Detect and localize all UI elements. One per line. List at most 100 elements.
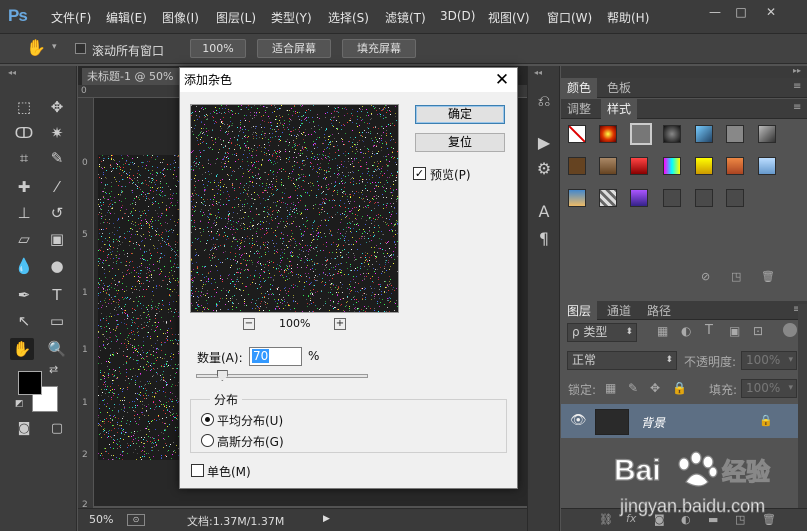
layer-filter-select[interactable]: ρ 类型 ⬍: [567, 323, 637, 342]
lock-image-icon[interactable]: ✎: [628, 381, 638, 395]
blur-tool-icon[interactable]: 💧: [12, 255, 36, 277]
style-swatch[interactable]: [726, 189, 744, 207]
character-panel-icon[interactable]: A: [532, 201, 556, 223]
paragraph-panel-icon[interactable]: ¶: [532, 228, 556, 250]
menu-filter[interactable]: 滤镜(T): [385, 9, 426, 26]
filter-type-icon[interactable]: T: [705, 323, 713, 338]
menu-type[interactable]: 类型(Y): [271, 9, 312, 26]
maximize-button[interactable]: □: [730, 3, 752, 21]
path-selection-tool-icon[interactable]: ↖: [12, 310, 36, 332]
menu-file[interactable]: 文件(F): [51, 9, 91, 26]
style-swatch[interactable]: [758, 157, 776, 175]
style-swatch-selected[interactable]: [630, 123, 652, 145]
zoom-in-button[interactable]: +: [334, 318, 346, 330]
hand-tool-icon[interactable]: ✋: [10, 338, 34, 360]
uniform-radio[interactable]: [201, 413, 214, 426]
crop-tool-icon[interactable]: ⌗: [12, 147, 36, 169]
document-tab[interactable]: 未标题-1 @ 50%: [82, 68, 192, 85]
tab-swatches[interactable]: 色板: [601, 78, 637, 98]
marquee-tool-icon[interactable]: ⬚: [12, 96, 36, 118]
style-swatch[interactable]: [630, 157, 648, 175]
tab-channels[interactable]: 通道: [601, 301, 637, 321]
gaussian-radio[interactable]: [201, 434, 214, 447]
foreground-color-swatch[interactable]: [18, 371, 42, 395]
status-menu-arrow-icon[interactable]: ▶: [323, 514, 330, 524]
style-swatch[interactable]: [663, 125, 681, 143]
layers-scrollbar[interactable]: [798, 304, 807, 531]
style-swatch[interactable]: [695, 157, 713, 175]
delete-style-icon[interactable]: 🗑: [761, 270, 775, 283]
new-style-icon[interactable]: ◳: [731, 270, 741, 283]
opacity-field[interactable]: 100% ▾: [741, 351, 797, 370]
menu-window[interactable]: 窗口(W): [547, 9, 592, 26]
preview-checkbox[interactable]: ✓: [413, 167, 426, 180]
style-swatch[interactable]: [758, 125, 776, 143]
eyedropper-tool-icon[interactable]: ✎: [45, 147, 69, 169]
swap-colors-icon[interactable]: ⇄: [49, 363, 58, 376]
style-swatch[interactable]: [726, 157, 744, 175]
fill-field[interactable]: 100% ▾: [741, 379, 797, 398]
tab-color[interactable]: 颜色: [561, 78, 598, 98]
collapse-toolbox-icon[interactable]: ◂◂: [8, 68, 16, 77]
history-brush-tool-icon[interactable]: ↺: [45, 202, 69, 224]
style-swatch[interactable]: [695, 189, 713, 207]
amount-input[interactable]: 70: [249, 347, 302, 366]
panel-menu-icon[interactable]: ≡: [793, 102, 801, 113]
fill-screen-button[interactable]: 填充屏幕: [342, 39, 416, 58]
filter-adjust-icon[interactable]: ◐: [681, 324, 691, 338]
filter-toggle-icon[interactable]: [783, 323, 797, 337]
menu-edit[interactable]: 编辑(E): [106, 9, 147, 26]
clone-stamp-tool-icon[interactable]: ⊥: [12, 202, 36, 224]
menu-view[interactable]: 视图(V): [488, 9, 530, 26]
tab-paths[interactable]: 路径: [641, 301, 677, 321]
noise-preview[interactable]: [190, 104, 399, 313]
lasso-tool-icon[interactable]: ↀ: [12, 122, 36, 144]
menu-select[interactable]: 选择(S): [328, 9, 369, 26]
magic-wand-tool-icon[interactable]: ✷: [45, 122, 69, 144]
close-window-button[interactable]: ✕: [760, 3, 782, 21]
lock-transparent-icon[interactable]: ▦: [605, 381, 616, 395]
healing-brush-tool-icon[interactable]: ✚: [12, 176, 36, 198]
visibility-eye-icon[interactable]: 👁: [570, 413, 587, 428]
fit-screen-button[interactable]: 适合屏幕: [257, 39, 331, 58]
lock-all-icon[interactable]: 🔒: [672, 381, 687, 395]
dodge-tool-icon[interactable]: ●: [45, 255, 69, 277]
style-swatch[interactable]: [695, 125, 713, 143]
style-swatch[interactable]: [568, 157, 586, 175]
zoom-out-button[interactable]: −: [243, 318, 255, 330]
collapse-dock-icon[interactable]: ▸▸: [793, 66, 801, 75]
zoom-100-button[interactable]: 100%: [190, 39, 246, 58]
monochromatic-checkbox[interactable]: [191, 464, 204, 477]
reset-button[interactable]: 复位: [415, 133, 505, 152]
default-colors-icon[interactable]: ◩: [15, 399, 24, 409]
filter-shape-icon[interactable]: ▣: [729, 324, 740, 338]
panel-menu-icon[interactable]: ≡: [793, 81, 801, 92]
eraser-tool-icon[interactable]: ▱: [12, 228, 36, 250]
menu-layer[interactable]: 图层(L): [216, 9, 256, 26]
layer-name[interactable]: 背景: [641, 414, 665, 431]
rectangle-tool-icon[interactable]: ▭: [45, 310, 69, 332]
minimize-button[interactable]: —: [704, 3, 726, 21]
status-icon[interactable]: ⊙: [127, 514, 145, 526]
type-tool-icon[interactable]: T: [45, 284, 69, 306]
pen-tool-icon[interactable]: ✒: [12, 284, 36, 306]
move-tool-icon[interactable]: ✥: [45, 96, 69, 118]
dialog-close-icon[interactable]: ✕: [490, 69, 514, 91]
style-swatch[interactable]: [663, 157, 681, 175]
style-none-swatch[interactable]: [568, 125, 586, 143]
document-canvas-noise[interactable]: [98, 155, 180, 460]
menu-image[interactable]: 图像(I): [162, 9, 199, 26]
properties-panel-icon[interactable]: ⚙: [532, 158, 556, 180]
clear-style-icon[interactable]: ⊘: [701, 270, 710, 283]
menu-help[interactable]: 帮助(H): [607, 9, 649, 26]
gradient-tool-icon[interactable]: ▣: [45, 228, 69, 250]
amount-slider-thumb[interactable]: [216, 370, 228, 381]
collapse-strip-icon[interactable]: ◂◂: [534, 68, 542, 77]
tool-preset-chevron-icon[interactable]: ▾: [52, 42, 57, 52]
filter-pixel-icon[interactable]: ▦: [657, 324, 668, 338]
style-swatch[interactable]: [726, 125, 744, 143]
menu-3d[interactable]: 3D(D): [440, 9, 475, 23]
style-swatch[interactable]: [663, 189, 681, 207]
style-swatch[interactable]: [599, 157, 617, 175]
tab-adjustments[interactable]: 调整: [561, 99, 597, 119]
